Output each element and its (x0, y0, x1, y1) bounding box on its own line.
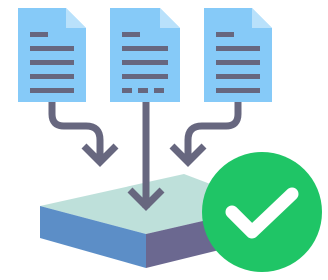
document-fold (160, 8, 180, 28)
arrow-down-icon (169, 102, 242, 167)
arrow-down-icon (127, 102, 165, 211)
documents-to-storage-illustration (18, 8, 322, 272)
document-fold (66, 8, 86, 28)
document-icon (204, 8, 272, 102)
check-circle-icon (202, 152, 322, 272)
arrow-down-icon (48, 102, 119, 167)
check-circle-background (202, 152, 322, 272)
document-fold (252, 8, 272, 28)
document-icon (110, 8, 180, 102)
illustration-canvas (0, 0, 328, 280)
document-icon (18, 8, 86, 102)
